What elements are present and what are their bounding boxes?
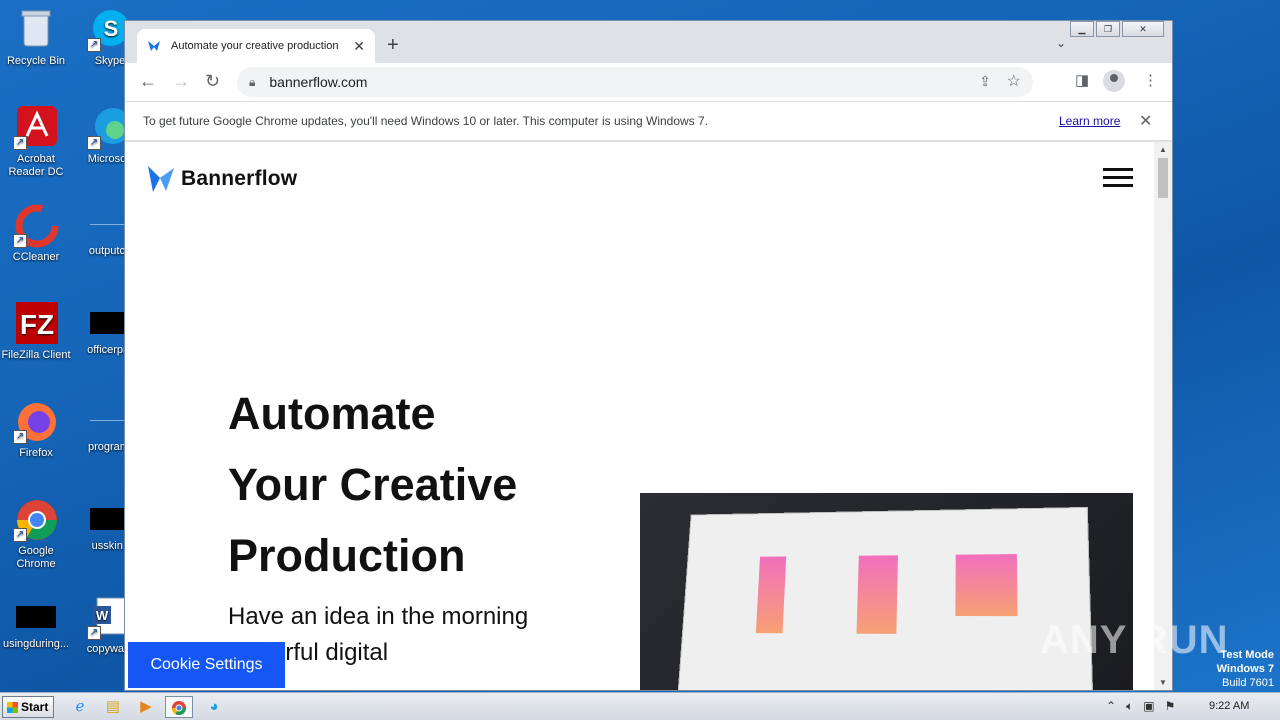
svg-text:FZ: FZ <box>20 309 54 340</box>
shortcut-arrow-icon: ↗ <box>13 234 27 248</box>
hero-title: Automate Your Creative Production <box>228 378 648 591</box>
firefox-icon: ↗ <box>13 398 59 444</box>
taskbar-clock[interactable]: 9:22 AM <box>1209 700 1249 712</box>
desktop-icon-label: Google Chrome <box>16 545 56 570</box>
shortcut-arrow-icon: ↗ <box>87 136 101 150</box>
desktop-icon-usingduring[interactable]: usingduring... <box>0 594 76 651</box>
hero-title-line: Your Creative <box>228 459 518 510</box>
svg-text:W: W <box>96 608 109 623</box>
lock-icon: 🔒︎ <box>249 74 256 89</box>
ccleaner-icon: ↗ <box>13 202 59 248</box>
filezilla-icon: FZ <box>13 300 59 346</box>
action-center-flag-icon[interactable]: ⚑ <box>1165 699 1176 714</box>
scroll-down-arrow-icon[interactable]: ▼ <box>1159 678 1167 687</box>
desktop-icon-recycle-bin[interactable]: Recycle Bin <box>0 6 76 68</box>
desktop-icon-label: FileZilla Client <box>1 349 71 361</box>
new-tab-button[interactable]: + <box>387 34 399 57</box>
start-button[interactable]: Start <box>2 696 54 718</box>
chrome-window: Automate your creative production ✕ + ⌄ … <box>124 20 1173 691</box>
desktop-icon-label: Recycle Bin <box>6 55 66 67</box>
edge-taskbar-icon[interactable]: ◕ <box>200 696 228 718</box>
tab-title: Automate your creative production <box>171 40 339 52</box>
banner-thumbnail <box>955 554 1018 617</box>
maximize-button[interactable]: ❐ <box>1096 21 1120 37</box>
recycle-bin-icon <box>13 6 59 52</box>
shortcut-arrow-icon: ↗ <box>87 626 101 640</box>
tab-bannerflow[interactable]: Automate your creative production ✕ <box>137 29 375 63</box>
menu-kebab-icon[interactable]: ⋮ <box>1143 71 1158 89</box>
taskbar: Start ℯ ▤ ▶ ◕ ⌃ 🔈︎ ▣ ⚑ 9:22 AM <box>0 692 1280 720</box>
close-infobar-icon[interactable]: ✕ <box>1139 111 1152 131</box>
back-arrow-icon[interactable]: ← <box>139 71 157 92</box>
chrome-icon: ↗ <box>13 496 59 542</box>
bannerflow-favicon-icon <box>148 41 160 51</box>
banner-thumbnail <box>755 556 787 634</box>
acrobat-icon: ↗ <box>13 104 59 150</box>
shortcut-arrow-icon: ↗ <box>87 38 101 52</box>
tab-search-chevron-icon[interactable]: ⌄ <box>1056 36 1066 50</box>
product-screen-mockup <box>676 506 1094 690</box>
desktop-icon-label: usingduring... <box>2 638 70 650</box>
show-hidden-icons-icon[interactable]: ⌃ <box>1106 699 1116 714</box>
media-player-icon[interactable]: ▶ <box>132 696 160 718</box>
web-page: Bannerflow Automate Your Creative Produc… <box>125 142 1154 690</box>
file-explorer-icon[interactable]: ▤ <box>99 696 127 718</box>
cookie-settings-button[interactable]: Cookie Settings <box>128 642 285 688</box>
svg-text:S: S <box>104 16 119 41</box>
shortcut-arrow-icon: ↗ <box>13 528 27 542</box>
tab-strip: Automate your creative production ✕ + ⌄ … <box>125 21 1172 63</box>
browser-toolbar: ← → ↻ 🔒︎ bannerflow.com ⇪ ☆ ◨ ⋮ <box>125 63 1172 101</box>
test-mode-line: Windows 7 <box>1216 663 1274 675</box>
desktop-icon-label: Firefox <box>19 447 53 459</box>
update-infobar: To get future Google Chrome updates, you… <box>125 101 1172 141</box>
shortcut-arrow-icon: ↗ <box>13 430 27 444</box>
anyrun-watermark: ANY RUN <box>1040 618 1229 662</box>
hero-title-line: Automate <box>228 388 436 439</box>
minimize-button[interactable]: ▁ <box>1070 21 1094 37</box>
desktop-icon-acrobat[interactable]: ↗ Acrobat Reader DC <box>0 104 76 179</box>
desktop-icon-firefox[interactable]: ↗ Firefox <box>0 398 76 460</box>
address-bar[interactable]: 🔒︎ bannerflow.com ⇪ ☆ <box>237 67 1033 97</box>
profile-avatar-icon[interactable] <box>1103 70 1125 92</box>
infobar-message: To get future Google Chrome updates, you… <box>143 114 709 128</box>
desktop-icon-label: CCleaner <box>12 251 60 263</box>
close-window-button[interactable]: ✕ <box>1122 21 1164 37</box>
bannerflow-butterfly-icon <box>148 166 174 192</box>
brand-name: Bannerflow <box>181 167 298 190</box>
page-scrollbar[interactable]: ▲ ▼ <box>1154 142 1172 690</box>
forward-arrow-icon[interactable]: → <box>172 71 190 92</box>
url-text: bannerflow.com <box>269 74 368 90</box>
banner-thumbnail <box>856 555 898 634</box>
hamburger-menu-icon[interactable] <box>1103 168 1133 188</box>
scrollbar-thumb[interactable] <box>1158 158 1168 198</box>
test-mode-line: Test Mode <box>1220 649 1274 661</box>
chrome-taskbar-icon[interactable] <box>165 696 193 718</box>
bookmark-star-icon[interactable]: ☆ <box>1007 71 1021 91</box>
learn-more-link[interactable]: Learn more <box>1059 114 1120 128</box>
shortcut-arrow-icon: ↗ <box>13 136 27 150</box>
desktop-icon-google-chrome[interactable]: ↗ Google Chrome <box>0 496 76 571</box>
test-mode-line: Build 7601 <box>1222 677 1274 689</box>
reload-icon[interactable]: ↻ <box>205 71 220 92</box>
hero-title-line: Production <box>228 530 466 581</box>
share-icon[interactable]: ⇪ <box>979 73 991 90</box>
desktop-icon-filezilla[interactable]: FZ FileZilla Client <box>0 300 76 362</box>
close-tab-icon[interactable]: ✕ <box>353 38 365 55</box>
test-mode-notice: Test Mode Windows 7 Build 7601 <box>1217 648 1274 690</box>
scroll-up-arrow-icon[interactable]: ▲ <box>1159 145 1167 154</box>
volume-icon[interactable]: 🔈︎ <box>1126 699 1133 714</box>
network-icon[interactable]: ▣ <box>1143 699 1154 714</box>
bannerflow-logo[interactable]: Bannerflow <box>147 164 297 194</box>
internet-explorer-icon[interactable]: ℯ <box>66 696 94 718</box>
system-tray: ⌃ 🔈︎ ▣ ⚑ <box>1106 699 1175 714</box>
window-controls: ▁ ❐ ✕ <box>1070 21 1164 37</box>
desktop-icon-label: Acrobat Reader DC <box>8 153 64 178</box>
file-icon <box>16 606 56 628</box>
desktop-icon-ccleaner[interactable]: ↗ CCleaner <box>0 202 76 264</box>
side-panel-icon[interactable]: ◨ <box>1075 71 1089 89</box>
